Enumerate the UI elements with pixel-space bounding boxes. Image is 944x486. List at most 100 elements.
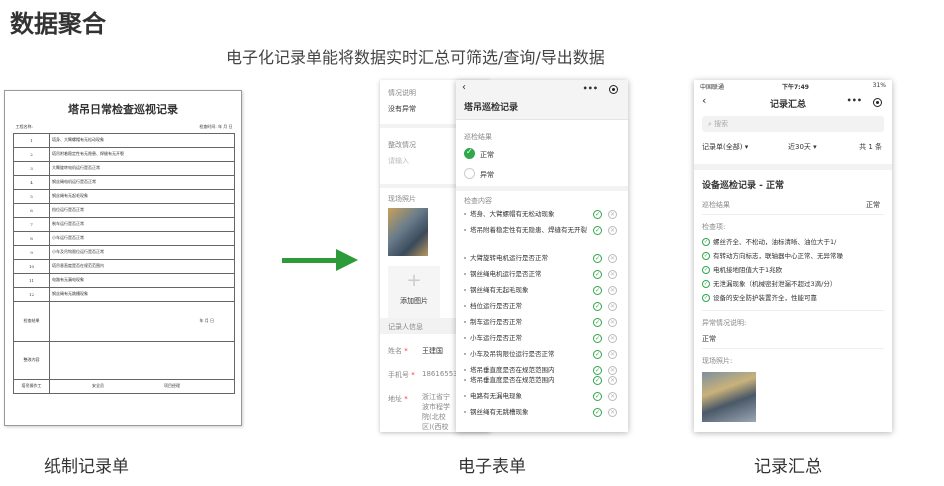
check-ok-icon[interactable]: ✓ xyxy=(593,376,602,385)
divider xyxy=(702,310,884,311)
table-row: 11 电路有无漏电现象 xyxy=(13,272,235,288)
table-row: 5 钢丝绳有无起毛现象 xyxy=(13,188,235,204)
record-card-title[interactable]: 设备巡检记录 - 正常 xyxy=(702,178,784,191)
summary-screen: 中国联通 下午7:49 31% ‹ 记录汇总 ••• ⌕ 搜索 记录单(全部) … xyxy=(694,80,892,432)
plus-icon: + xyxy=(406,270,422,291)
chevron-left-icon[interactable]: ‹ xyxy=(702,94,706,107)
check-circle-icon: ✓ xyxy=(702,294,710,302)
paper-header-left: 工程名称: xyxy=(15,123,33,129)
list-item: ✓ 无泄漏现象（机械密封泄漏不超过3滴/分） xyxy=(702,280,837,288)
check-ok-icon[interactable]: ✓ xyxy=(593,318,602,327)
table-row: 4 钢丝绳电机运行是否正常 xyxy=(13,174,235,190)
check-ok-icon[interactable]: ✓ xyxy=(593,392,602,401)
table-row: 10 塔吊垂直度是否在规范范围内 xyxy=(13,258,235,274)
check-no-icon[interactable]: ✕ xyxy=(608,366,617,375)
phone-field[interactable]: 18616553 xyxy=(422,370,458,378)
check-ok-icon[interactable]: ✓ xyxy=(593,286,602,295)
check-no-icon[interactable]: ✕ xyxy=(608,226,617,235)
check-no-icon[interactable]: ✕ xyxy=(608,392,617,401)
phone-label: 手机号 * xyxy=(388,371,415,379)
check-no-icon[interactable]: ✕ xyxy=(608,376,617,385)
filter-form-dropdown[interactable]: 记录单(全部) ▾ xyxy=(702,142,748,152)
table-row: 检查结果年 月 日 xyxy=(13,300,235,342)
result-value: 正常 xyxy=(866,201,880,209)
check-no-icon[interactable]: ✕ xyxy=(608,254,617,263)
page-subtitle: 电子化记录单能将数据实时汇总可筛选/查询/导出数据 xyxy=(226,48,605,67)
check-circle-icon: ✓ xyxy=(702,280,710,288)
target-icon[interactable] xyxy=(609,85,618,94)
table-row: 8 小车运行是否正常 xyxy=(13,230,235,246)
caption-electronic: 电子表单 xyxy=(458,457,526,477)
status-bar: 中国联通 下午7:49 31% xyxy=(694,80,892,92)
photo-label: 现场照片 xyxy=(388,195,416,203)
paper-form-title: 塔吊日常检查巡视记录 xyxy=(68,103,178,116)
abnormal-value: 正常 xyxy=(702,335,716,343)
check-no-icon[interactable]: ✕ xyxy=(608,318,617,327)
caption-summary: 记录汇总 xyxy=(754,457,822,477)
abnormal-label: 异常情况说明: xyxy=(702,319,747,327)
check-ok-icon[interactable]: ✓ xyxy=(593,302,602,311)
check-ok-icon[interactable]: ✓ xyxy=(593,226,602,235)
rectify-input[interactable]: 请输入 xyxy=(388,156,409,166)
situation-label: 情况说明 xyxy=(388,89,416,97)
list-item: ✓ 电机接地阻值大于1兆欧 xyxy=(702,266,783,274)
target-icon[interactable] xyxy=(873,98,882,107)
check-no-icon[interactable]: ✕ xyxy=(608,334,617,343)
table-row: 1 塔身、大臂螺帽有无松动现象 xyxy=(13,132,235,148)
clock-text: 下午7:49 xyxy=(782,84,809,91)
more-icon[interactable]: ••• xyxy=(583,84,598,93)
list-item: ✓ 有转动方向标志，联轴器中心正常、无异常噪 xyxy=(702,252,843,260)
filter-range-dropdown[interactable]: 近30天 ▾ xyxy=(788,142,817,152)
add-photo-button[interactable]: + 添加图片 xyxy=(388,266,440,318)
photo-label: 现场照片: xyxy=(702,357,733,365)
table-row: 3 大臂旋转电机运行是否正常 xyxy=(13,160,235,176)
paper-form: 塔吊日常检查巡视记录 工程名称: 检查时间: 年 月 日 1 塔身、大臂螺帽有无松… xyxy=(4,90,242,426)
nav-bar: ‹ 记录汇总 ••• xyxy=(694,92,892,114)
form-title: 塔吊巡检记录 xyxy=(464,103,519,113)
check-no-icon[interactable]: ✕ xyxy=(608,270,617,279)
table-row: 7 制车运行是否正常 xyxy=(13,216,235,232)
check-ok-icon[interactable]: ✓ xyxy=(593,334,602,343)
radio-normal[interactable] xyxy=(464,147,475,159)
arrow-shaft xyxy=(282,258,338,263)
check-no-icon[interactable]: ✕ xyxy=(608,286,617,295)
table-row: 9 小车及吊钩限位运行是否正常 xyxy=(13,244,235,260)
check-no-icon[interactable]: ✕ xyxy=(608,350,617,359)
check-ok-icon[interactable]: ✓ xyxy=(593,350,602,359)
record-count: 共 1 条 xyxy=(859,143,882,151)
option-normal-label: 正常 xyxy=(480,151,494,159)
rectify-label: 整改情况 xyxy=(388,141,416,149)
check-ok-icon[interactable]: ✓ xyxy=(593,210,602,219)
phone-header: ‹ ••• 塔吊巡检记录 xyxy=(456,80,628,120)
check-no-icon[interactable]: ✕ xyxy=(608,210,617,219)
divider xyxy=(456,186,628,191)
page-title: 数据聚合 xyxy=(10,10,106,38)
address-field[interactable]: 浙江省宁波市程学院(北校区)(西校区)等 xyxy=(422,392,452,432)
list-item: ✓ 设备的安全防护装置齐全，性能可靠 xyxy=(702,294,817,302)
radio-abnormal[interactable] xyxy=(464,168,475,179)
carrier-text: 中国联通 xyxy=(700,84,725,91)
divider xyxy=(694,164,892,170)
battery-text: 31% xyxy=(872,82,886,89)
name-label: 姓名 * xyxy=(388,347,408,355)
check-ok-icon[interactable]: ✓ xyxy=(593,408,602,417)
site-photo[interactable] xyxy=(702,372,756,422)
more-icon[interactable]: ••• xyxy=(847,96,862,105)
check-no-icon[interactable]: ✕ xyxy=(608,408,617,417)
result-label: 巡检结果 xyxy=(464,133,492,141)
situation-value[interactable]: 没有异常 xyxy=(388,104,416,114)
chevron-left-icon[interactable]: ‹ xyxy=(462,82,466,93)
check-no-icon[interactable]: ✕ xyxy=(608,302,617,311)
recorder-label: 记录人信息 xyxy=(388,323,423,331)
table-row: 6 档位运行是否正常 xyxy=(13,202,235,218)
address-label: 地址 * xyxy=(388,395,408,403)
search-input[interactable]: ⌕ 搜索 xyxy=(702,116,884,132)
check-ok-icon[interactable]: ✓ xyxy=(593,270,602,279)
divider xyxy=(702,214,884,215)
site-photo[interactable] xyxy=(388,208,428,256)
inspection-form-screen: ‹ ••• 塔吊巡检记录 巡检结果 正常 异常 检查内容 塔身、大臂螺帽有无松动… xyxy=(456,80,628,432)
name-field[interactable]: 王建国 xyxy=(422,346,443,356)
check-ok-icon[interactable]: ✓ xyxy=(593,366,602,375)
list-item: ✓ 螺丝齐全、不松动，油标清晰、油位大于1/ xyxy=(702,238,837,246)
check-ok-icon[interactable]: ✓ xyxy=(593,254,602,263)
